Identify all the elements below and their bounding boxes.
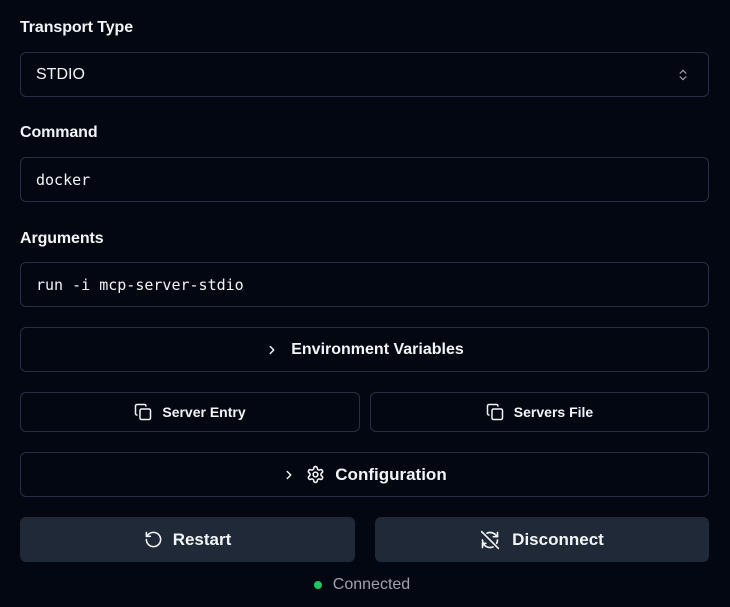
environment-variables-button[interactable]: Environment Variables bbox=[20, 327, 709, 372]
copy-server-entry-button[interactable]: Server Entry bbox=[20, 392, 360, 432]
servers-file-label: Servers File bbox=[513, 404, 594, 420]
restart-button[interactable]: Restart bbox=[20, 517, 355, 562]
copy-icon bbox=[486, 403, 504, 421]
refresh-off-icon bbox=[480, 530, 500, 550]
command-input[interactable]: docker bbox=[20, 157, 709, 202]
chevron-right-icon bbox=[282, 468, 296, 482]
status-dot bbox=[313, 581, 322, 589]
connection-status: Connected bbox=[0, 576, 730, 594]
arguments-value: run -i mcp-server-stdio bbox=[36, 275, 244, 294]
rotate-ccw-icon bbox=[144, 530, 163, 549]
settings-icon bbox=[306, 465, 325, 484]
copy-servers-file-button[interactable]: Servers File bbox=[370, 392, 709, 432]
chevron-right-icon bbox=[265, 343, 279, 357]
server-entry-label: Server Entry bbox=[162, 404, 246, 420]
command-value: docker bbox=[36, 170, 91, 189]
arguments-input[interactable]: run -i mcp-server-stdio bbox=[20, 262, 709, 307]
transport-type-value: STDIO bbox=[36, 65, 85, 83]
arguments-label: Arguments bbox=[20, 230, 104, 247]
transport-type-select[interactable]: STDIO bbox=[20, 52, 709, 97]
transport-type-label: Transport Type bbox=[20, 19, 133, 36]
disconnect-label: Disconnect bbox=[512, 529, 604, 549]
copy-icon bbox=[134, 403, 152, 421]
connection-panel: Transport Type STDIO Command docker Argu… bbox=[0, 0, 730, 607]
status-text: Connected bbox=[332, 576, 411, 593]
chevrons-up-down-icon bbox=[676, 67, 690, 83]
disconnect-button[interactable]: Disconnect bbox=[375, 517, 709, 562]
command-label: Command bbox=[20, 124, 98, 141]
configuration-button[interactable]: Configuration bbox=[20, 452, 709, 497]
configuration-label: Configuration bbox=[335, 464, 447, 484]
environment-variables-label: Environment Variables bbox=[291, 340, 464, 358]
restart-label: Restart bbox=[172, 529, 232, 549]
